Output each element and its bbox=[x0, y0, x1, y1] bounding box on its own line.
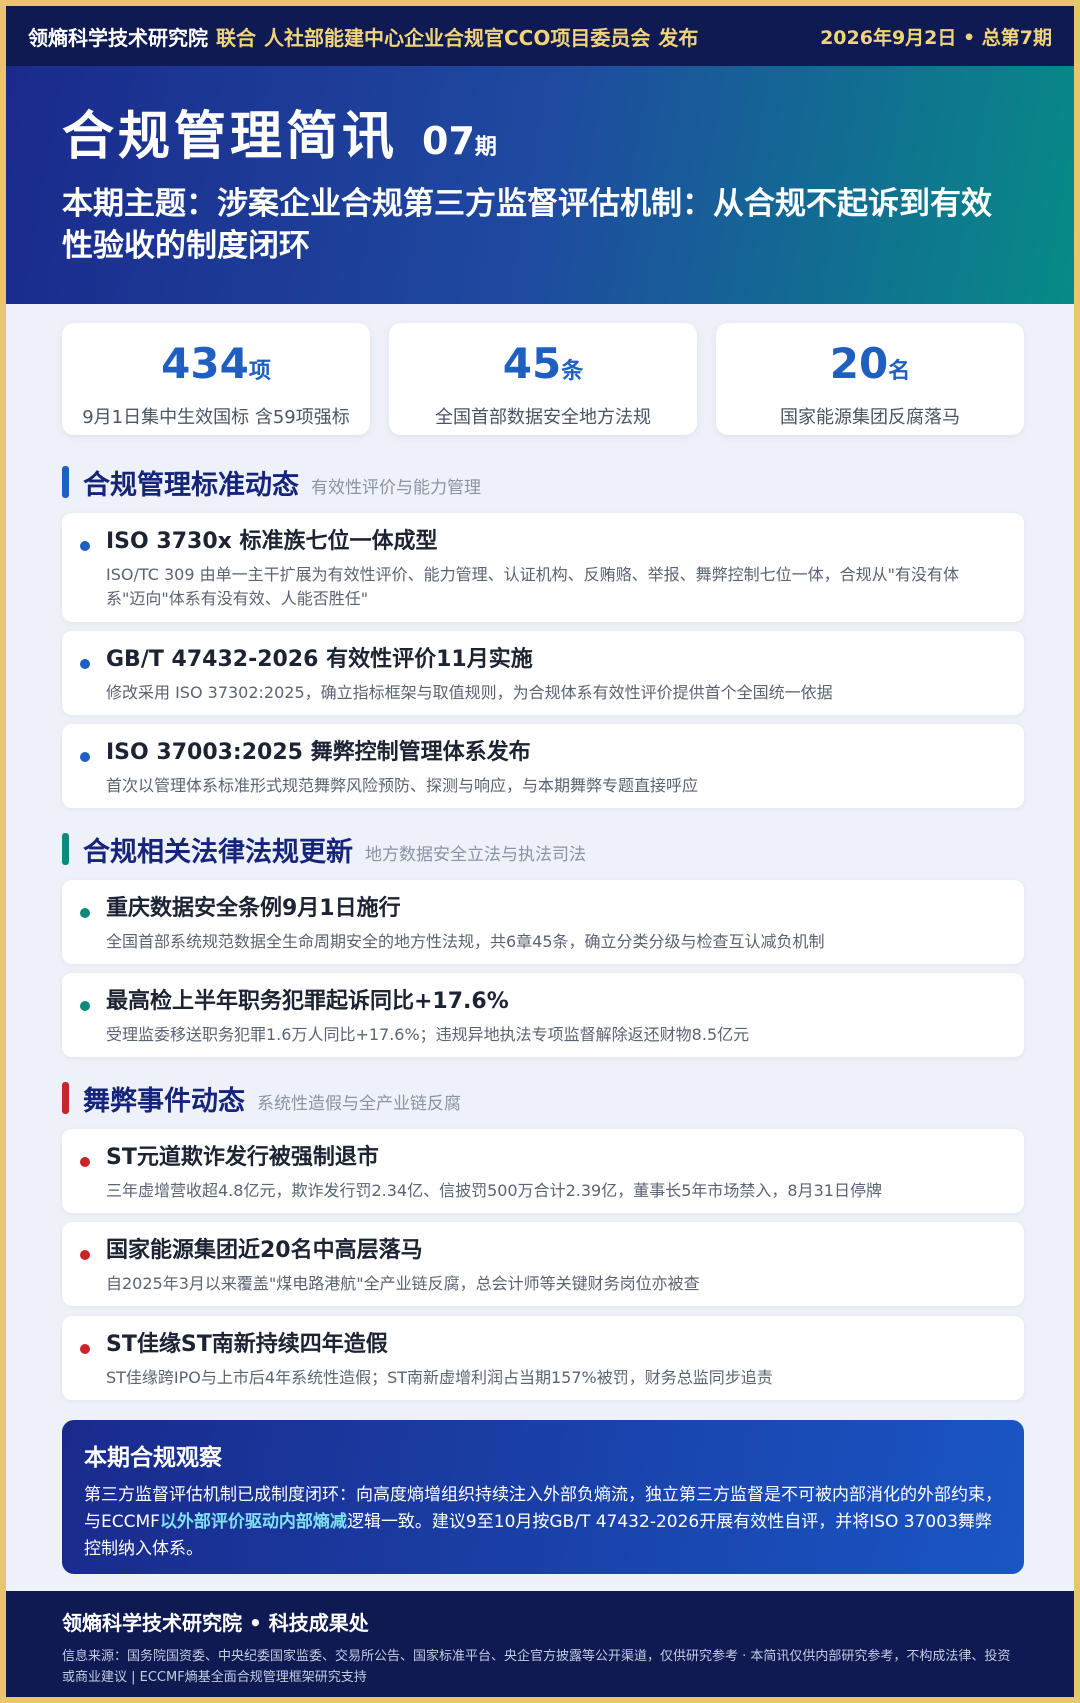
news-card: 国家能源集团近20名中高层落马 自2025年3月以来覆盖"煤电路港航"全产业链反… bbox=[62, 1222, 1024, 1306]
news-description: ISO/TC 309 由单一主干扩展为有效性评价、能力管理、认证机构、反贿赂、举… bbox=[106, 565, 959, 608]
section-header-standards: 合规管理标准动态 有效性评价与能力管理 bbox=[62, 462, 481, 502]
section-title: 舞弊事件动态 bbox=[83, 1085, 245, 1117]
publisher-org: 领熵科学技术研究院 bbox=[28, 25, 208, 50]
news-description: ST佳缘跨IPO与上市后4年系统性造假；ST南新虚增利润占当期157%被罚，财务… bbox=[106, 1368, 773, 1387]
stat-description: 9月1日集中生效国标 含59项强标 bbox=[82, 407, 350, 428]
bullet-dot-icon bbox=[80, 659, 90, 669]
title-row: 合规管理简讯 07期 bbox=[62, 94, 1018, 169]
section-header-laws: 合规相关法律法规更新 地方数据安全立法与执法司法 bbox=[62, 829, 586, 869]
news-description: 受理监委移送职务犯罪1.6万人同比+17.6%；违规异地执法专项监督解除返还财物… bbox=[106, 1025, 750, 1044]
section-accent-bar bbox=[62, 1082, 69, 1114]
news-card: ISO 3730x 标准族七位一体成型 ISO/TC 309 由单一主干扩展为有… bbox=[62, 513, 1024, 622]
news-title: ST元道欺诈发行被强制退市 bbox=[106, 1145, 379, 1170]
bullet-dot-icon bbox=[80, 908, 90, 918]
section-subtitle: 系统性造假与全产业链反腐 bbox=[257, 1093, 461, 1114]
section-accent-bar bbox=[62, 466, 69, 498]
newsletter-title: 合规管理简讯 bbox=[62, 107, 399, 167]
stat-card: 45条 全国首部数据安全地方法规 bbox=[389, 323, 697, 435]
news-card: GB/T 47432-2026 有效性评价11月实施 修改采用 ISO 3730… bbox=[62, 631, 1024, 715]
stat-description: 全国首部数据安全地方法规 bbox=[435, 407, 651, 428]
stat-number: 20名 bbox=[829, 339, 911, 388]
top-bar: 领熵科学技术研究院 联合 人社部能建中心企业合规官CCO项目委员会 发布 2026年9… bbox=[6, 6, 1074, 66]
footer-source: 信息来源：国务院国资委、中央纪委国家监委、交易所公告、国家标准平台、央企官方披露… bbox=[62, 1649, 1011, 1685]
publisher-line: 领熵科学技术研究院 联合 人社部能建中心企业合规官CCO项目委员会 发布 bbox=[28, 22, 706, 51]
publisher-connector: 联合 bbox=[216, 25, 256, 50]
news-title: 重庆数据安全条例9月1日施行 bbox=[106, 896, 401, 921]
issue-unit: 期 bbox=[474, 135, 497, 160]
news-card: ST佳缘ST南新持续四年造假 ST佳缘跨IPO与上市后4年系统性造假；ST南新虚… bbox=[62, 1316, 1024, 1400]
bullet-dot-icon bbox=[80, 541, 90, 551]
stat-number: 45条 bbox=[502, 339, 584, 388]
news-title: GB/T 47432-2026 有效性评价11月实施 bbox=[106, 647, 533, 672]
observation-title: 本期合规观察 bbox=[84, 1445, 222, 1471]
news-description: 首次以管理体系标准形式规范舞弊风险预防、探测与响应，与本期舞弊专题直接呼应 bbox=[106, 776, 699, 795]
issue-number: 07期 bbox=[422, 119, 497, 163]
news-card: 重庆数据安全条例9月1日施行 全国首部系统规范数据全生命周期安全的地方性法规，共… bbox=[62, 880, 1024, 964]
news-card: 最高检上半年职务犯罪起诉同比+17.6% 受理监委移送职务犯罪1.6万人同比+1… bbox=[62, 973, 1024, 1057]
bullet-dot-icon bbox=[80, 1344, 90, 1354]
bullet-dot-icon bbox=[80, 1001, 90, 1011]
stat-card: 434项 9月1日集中生效国标 含59项强标 bbox=[62, 323, 370, 435]
footer-title: 领熵科学技术研究院 • 科技成果处 bbox=[62, 1611, 369, 1635]
news-description: 全国首部系统规范数据全生命周期安全的地方性法规，共6章45条，确立分类分级与检查… bbox=[106, 932, 825, 951]
issue-theme: 本期主题：涉案企业合规第三方监督评估机制：从合规不起诉到有效性验收的制度闭环 bbox=[62, 186, 992, 264]
newsletter: 领熵科学技术研究院 联合 人社部能建中心企业合规官CCO项目委员会 发布 2026年9… bbox=[6, 6, 1074, 1697]
news-card: ISO 37003:2025 舞弊控制管理体系发布 首次以管理体系标准形式规范舞… bbox=[62, 724, 1024, 808]
stats-row: 434项 9月1日集中生效国标 含59项强标 45条 全国首部数据安全地方法规 … bbox=[62, 323, 1024, 441]
section-accent-bar bbox=[62, 833, 69, 865]
news-description: 三年虚增营收超4.8亿元，欺诈发行罚2.34亿、信披罚500万合计2.39亿，董… bbox=[106, 1181, 882, 1200]
news-card: ST元道欺诈发行被强制退市 三年虚增营收超4.8亿元，欺诈发行罚2.34亿、信披… bbox=[62, 1129, 1024, 1213]
issue-date: 2026年9月2日 • 总第7期 bbox=[820, 26, 1052, 49]
observation-highlight: 以外部评价驱动内部熵减 bbox=[159, 1512, 347, 1532]
section-title: 合规管理标准动态 bbox=[83, 469, 299, 501]
bullet-dot-icon bbox=[80, 1157, 90, 1167]
observation-box: 本期合规观察 第三方监督评估机制已成制度闭环：向高度熵增组织持续注入外部负熵流，… bbox=[62, 1420, 1024, 1574]
publisher-partner: 人社部能建中心企业合规官CCO项目委员会 bbox=[264, 25, 651, 50]
stat-card: 20名 国家能源集团反腐落马 bbox=[716, 323, 1024, 435]
hero-banner: 合规管理简讯 07期 本期主题：涉案企业合规第三方监督评估机制：从合规不起诉到有… bbox=[6, 66, 1074, 304]
observation-text: 第三方监督评估机制已成制度闭环：向高度熵增组织持续注入外部负熵流，独立第三方监督… bbox=[84, 1485, 1002, 1559]
footer: 领熵科学技术研究院 • 科技成果处 信息来源：国务院国资委、中央纪委国家监委、交… bbox=[6, 1591, 1074, 1697]
bullet-dot-icon bbox=[80, 1250, 90, 1260]
news-title: 最高检上半年职务犯罪起诉同比+17.6% bbox=[106, 989, 509, 1014]
section-subtitle: 有效性评价与能力管理 bbox=[311, 477, 481, 498]
section-title: 合规相关法律法规更新 bbox=[83, 836, 353, 868]
section-subtitle: 地方数据安全立法与执法司法 bbox=[365, 844, 586, 865]
stat-description: 国家能源集团反腐落马 bbox=[780, 407, 960, 428]
stat-number: 434项 bbox=[161, 339, 271, 388]
bullet-dot-icon bbox=[80, 752, 90, 762]
news-description: 修改采用 ISO 37302:2025，确立指标框架与取值规则，为合规体系有效性… bbox=[106, 683, 833, 702]
section-header-fraud: 舞弊事件动态 系统性造假与全产业链反腐 bbox=[62, 1078, 461, 1118]
publisher-publish: 发布 bbox=[658, 25, 699, 50]
news-title: ST佳缘ST南新持续四年造假 bbox=[106, 1332, 388, 1357]
news-title: ISO 37003:2025 舞弊控制管理体系发布 bbox=[106, 740, 531, 765]
news-title: ISO 3730x 标准族七位一体成型 bbox=[106, 529, 438, 554]
issue-num: 07 bbox=[422, 119, 475, 163]
news-description: 自2025年3月以来覆盖"煤电路港航"全产业链反腐，总会计师等关键财务岗位亦被查 bbox=[106, 1274, 700, 1293]
news-title: 国家能源集团近20名中高层落马 bbox=[106, 1238, 423, 1263]
